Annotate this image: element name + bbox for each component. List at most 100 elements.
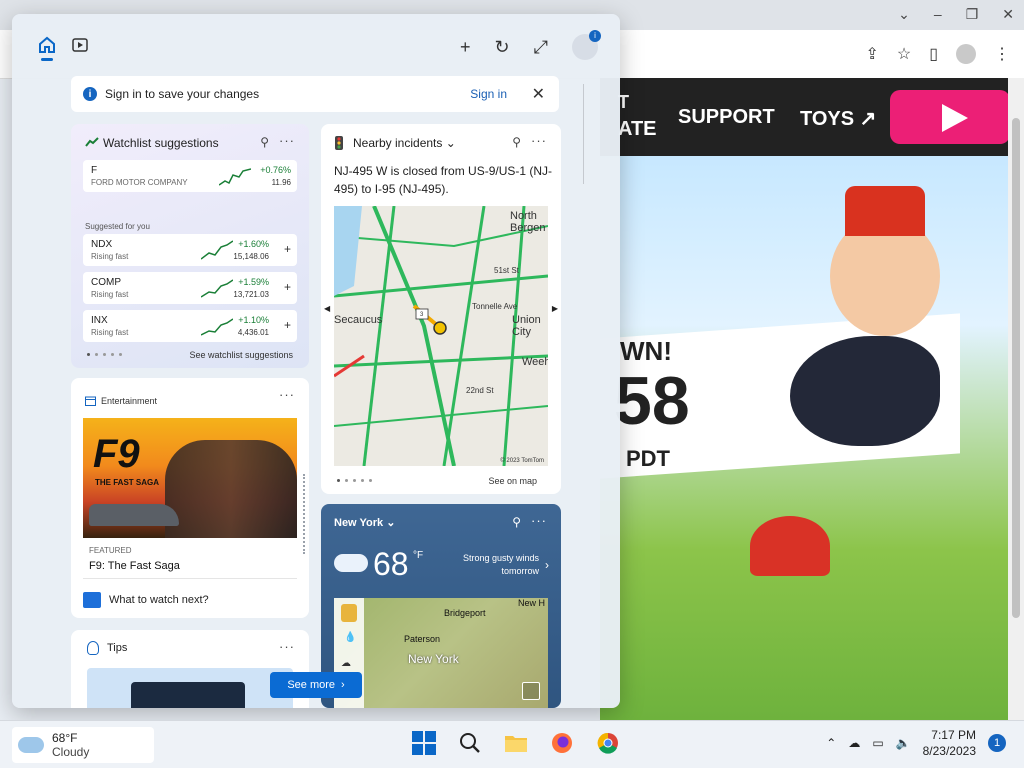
see-more-button[interactable]: See more › [270, 672, 362, 698]
menu-icon[interactable]: ⋮ [994, 44, 1010, 64]
entertainment-card: Entertainment ··· F9 THE FAST SAGA FEATU… [71, 378, 309, 618]
next-arrow-icon[interactable]: ▶ [552, 304, 558, 313]
more-options-icon[interactable]: ··· [531, 513, 547, 528]
pagination-dots[interactable] [337, 479, 372, 482]
more-options-icon[interactable]: ··· [531, 133, 547, 148]
restore-button[interactable]: ❐ [966, 6, 979, 23]
tv-icon [83, 592, 101, 608]
chrome-icon[interactable] [594, 729, 622, 757]
add-widget-icon[interactable]: + [460, 37, 471, 58]
sparkline-icon [201, 279, 233, 298]
traffic-map[interactable]: 3 North Bergen Union City Weehawken Seca… [334, 206, 548, 466]
onedrive-icon[interactable]: ☁ [848, 736, 860, 750]
system-tray: ⌃ ☁ ▭ 🔈 7:17 PM 8/23/2023 1 [826, 727, 1006, 759]
cloud-layer-icon[interactable]: ☁ [341, 658, 351, 669]
calendar-icon [85, 396, 96, 406]
pin-icon[interactable]: ⚲ [512, 135, 521, 149]
stock-row[interactable]: F FORD MOTOR COMPANY +0.76% 11.96 [83, 160, 297, 192]
windows-logo-icon [412, 731, 436, 755]
close-button[interactable]: ✕ [1002, 6, 1014, 23]
panel-scrollbar[interactable] [583, 84, 584, 184]
chevron-right-icon[interactable]: › [545, 558, 549, 572]
stock-symbol: COMP [91, 277, 121, 288]
firefox-icon[interactable] [548, 729, 576, 757]
stock-row[interactable]: INX Rising fast +1.10% 4,436.01 + [83, 310, 297, 342]
incident-description: NJ-495 W is closed from US-9/US-1 (NJ-49… [334, 164, 553, 196]
chevron-right-icon: › [341, 679, 345, 691]
volume-icon[interactable]: 🔈 [896, 736, 911, 750]
stock-value: 4,436.01 [237, 328, 269, 337]
widgets-header: + ↻ ⤢ i [12, 14, 620, 70]
share-icon[interactable]: ⇪ [865, 44, 878, 64]
chevron-up-icon[interactable]: ⌃ [826, 736, 836, 750]
star-icon[interactable]: ☆ [897, 44, 911, 64]
temperature-unit: °F [413, 550, 424, 561]
close-icon[interactable]: ✕ [532, 84, 545, 104]
clock-time: 7:17 PM [931, 728, 976, 742]
page-scrollbar[interactable] [1008, 78, 1024, 720]
network-icon[interactable]: ▭ [872, 736, 883, 750]
droplet-icon[interactable]: 💧 [344, 632, 356, 643]
profile-icon[interactable] [956, 44, 976, 64]
character-illustration [830, 186, 940, 336]
pin-icon[interactable]: ⚲ [260, 135, 269, 149]
start-button[interactable] [410, 729, 438, 757]
stock-row[interactable]: NDX Rising fast +1.60% 15,148.06 + [83, 234, 297, 266]
minimize-button[interactable]: – [934, 6, 942, 23]
map-label: North Bergen [510, 210, 546, 234]
add-stock-button[interactable]: + [284, 280, 291, 294]
more-options-icon[interactable]: ··· [279, 387, 295, 402]
see-on-map-link[interactable]: See on map [488, 476, 537, 486]
clock-date: 8/23/2023 [922, 744, 976, 758]
cloud-icon [18, 737, 44, 753]
expand-icon[interactable]: ⤢ [534, 37, 548, 58]
incidents-card: Nearby incidents ⌄ ⚲ ··· NJ-495 W is clo… [321, 124, 561, 494]
what-to-watch-link[interactable]: What to watch next? [109, 594, 209, 606]
nav-fragment[interactable]: ATE [618, 118, 657, 141]
tips-image[interactable] [87, 668, 293, 708]
scrollbar-thumb[interactable] [1012, 118, 1020, 618]
search-icon[interactable] [456, 729, 484, 757]
map-label: 51st St [494, 266, 519, 275]
notification-count[interactable]: 1 [988, 734, 1006, 752]
add-stock-button[interactable]: + [284, 242, 291, 256]
sparkline-icon [219, 168, 251, 186]
movie-title: F9: The Fast Saga [89, 560, 180, 572]
sidebar-icon[interactable]: ▯ [929, 44, 938, 64]
file-explorer-icon[interactable] [502, 729, 530, 757]
card-title: Entertainment [101, 396, 158, 406]
avatar[interactable]: i [572, 30, 601, 60]
video-icon[interactable] [72, 38, 88, 57]
stock-symbol: INX [91, 315, 108, 326]
movie-info[interactable]: FEATURED F9: The Fast Saga [83, 538, 297, 579]
clock[interactable]: 7:17 PM 8/23/2023 [923, 727, 976, 759]
expand-map-icon[interactable] [522, 682, 540, 700]
more-options-icon[interactable]: ··· [279, 133, 295, 148]
stock-name: FORD MOTOR COMPANY [91, 178, 188, 187]
play-button[interactable] [890, 90, 1010, 144]
pagination-dots[interactable] [87, 353, 122, 356]
taskbar-weather[interactable]: 68°F Cloudy [12, 727, 154, 763]
lightbulb-icon [87, 641, 99, 655]
weather-location[interactable]: New York ⌄ [334, 516, 395, 529]
previous-arrow-icon[interactable]: ◀ [324, 304, 330, 313]
stock-value: 15,148.06 [233, 252, 269, 261]
home-icon[interactable] [38, 36, 56, 56]
stock-row[interactable]: COMP Rising fast +1.59% 13,721.03 + [83, 272, 297, 304]
pin-icon[interactable]: ⚲ [512, 515, 521, 529]
add-stock-button[interactable]: + [284, 318, 291, 332]
weather-map[interactable]: 💧 ☁ Bridgeport New H Paterson New York [334, 598, 548, 708]
taskbar-apps [410, 729, 622, 757]
more-options-icon[interactable]: ··· [279, 639, 295, 654]
site-navigation: T ATE SUPPORT TOYS ↗ [600, 78, 1010, 156]
see-watchlist-link[interactable]: See watchlist suggestions [189, 350, 293, 360]
movie-poster[interactable]: F9 THE FAST SAGA [83, 418, 297, 538]
map-city: Bridgeport [444, 608, 486, 618]
refresh-icon[interactable]: ↻ [495, 37, 510, 58]
signin-link[interactable]: Sign in [470, 87, 507, 101]
chevron-down-icon[interactable]: ⌄ [898, 6, 910, 23]
thermometer-icon[interactable] [341, 604, 357, 622]
nav-support-link[interactable]: SUPPORT [678, 106, 775, 129]
card-title[interactable]: Nearby incidents ⌄ [353, 136, 456, 150]
nav-toys-link[interactable]: TOYS ↗ [800, 106, 876, 131]
